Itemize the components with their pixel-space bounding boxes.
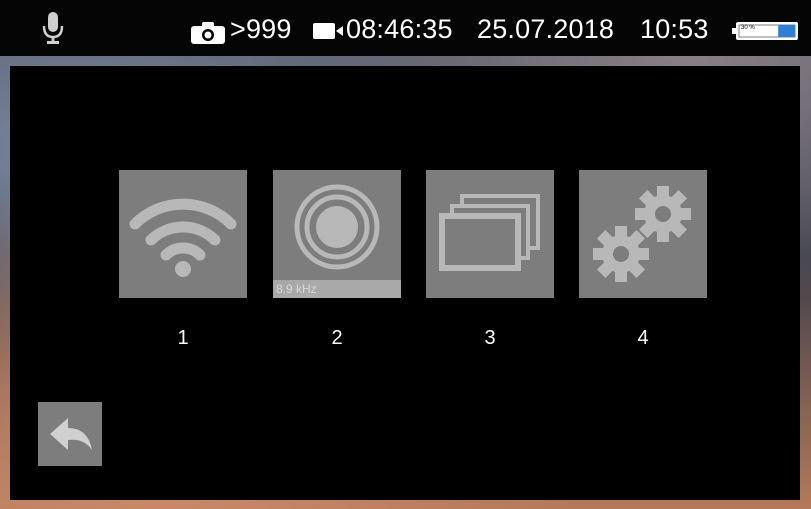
frequency-caption: 8.9 kHz <box>273 280 401 298</box>
photo-count: >999 <box>230 14 292 44</box>
back-arrow-icon <box>38 418 102 470</box>
video-icon <box>313 22 343 45</box>
tile-number-4: 4 <box>637 327 649 349</box>
status-bar: >999 08:46:35 25.07.2018 10:53 30 % <box>0 0 811 56</box>
tile-number-3: 3 <box>484 327 496 349</box>
camera-icon <box>191 22 225 49</box>
record-time: 08:46:35 <box>346 14 453 44</box>
wifi-tile[interactable] <box>119 170 247 298</box>
battery-fill <box>778 25 795 37</box>
clock: 10:53 <box>640 14 709 44</box>
tile-number-2: 2 <box>331 327 343 349</box>
back-button[interactable] <box>38 402 102 466</box>
battery-percent-label: 30 % <box>741 25 755 31</box>
date: 25.07.2018 <box>477 14 615 44</box>
menu-panel: 1 8.9 kHz 2 3 4 <box>10 66 800 500</box>
gallery-tile[interactable] <box>426 170 554 298</box>
tile-number-1: 1 <box>177 327 189 349</box>
settings-tile[interactable] <box>579 170 707 298</box>
frequency-tile[interactable]: 8.9 kHz <box>273 170 401 298</box>
mic-icon[interactable] <box>40 10 66 51</box>
